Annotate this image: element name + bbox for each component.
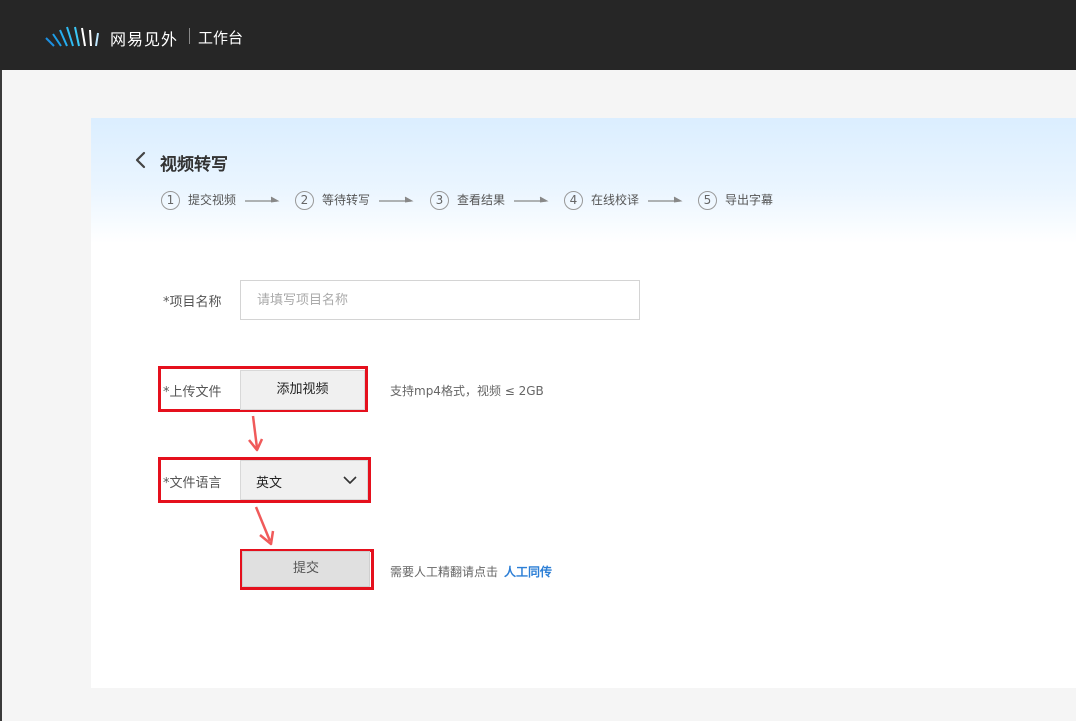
step-number: 1 — [161, 191, 180, 210]
step-label: 提交视频 — [188, 193, 237, 207]
chevron-left-icon[interactable] — [132, 150, 150, 170]
brand-divider — [189, 28, 190, 44]
step-number: 2 — [295, 191, 314, 210]
project-name-label: *项目名称 — [163, 295, 222, 310]
red-arrow-icon — [248, 415, 264, 452]
red-arrow-icon — [254, 506, 275, 546]
chevron-down-icon — [343, 476, 357, 484]
manual-translation-link[interactable]: 人工同传 — [504, 563, 552, 580]
step-number: 3 — [430, 191, 449, 210]
step-arrow-icon — [379, 196, 414, 203]
top-bar: 网易见外 工作台 — [0, 0, 1076, 70]
upload-label: *上传文件 — [163, 385, 222, 400]
project-name-input[interactable] — [240, 280, 640, 320]
step-arrow-icon — [648, 196, 683, 203]
step-label: 导出字幕 — [725, 193, 774, 207]
add-video-button[interactable]: 添加视频 — [240, 370, 365, 410]
upload-hint: 支持mp4格式，视频 ≤ 2GB — [390, 384, 544, 398]
step-label: 查看结果 — [457, 193, 506, 207]
step-label: 等待转写 — [322, 193, 371, 207]
language-label: *文件语言 — [163, 476, 222, 491]
page-title: 视频转写 — [160, 155, 228, 175]
step-number: 4 — [564, 191, 583, 210]
logo-mark-icon — [45, 26, 99, 47]
manual-translation-hint: 需要人工精翻请点击 — [390, 565, 499, 579]
workspace-label: 工作台 — [198, 29, 244, 47]
language-select[interactable]: 英文 — [240, 460, 368, 500]
step-label: 在线校译 — [591, 193, 640, 207]
left-edge — [0, 70, 2, 721]
step-number: 5 — [698, 191, 717, 210]
submit-button[interactable]: 提交 — [242, 551, 370, 587]
brand-name: 网易见外 — [110, 30, 179, 49]
step-arrow-icon — [245, 196, 280, 203]
step-arrow-icon — [514, 196, 549, 203]
language-selected-value: 英文 — [256, 476, 283, 491]
